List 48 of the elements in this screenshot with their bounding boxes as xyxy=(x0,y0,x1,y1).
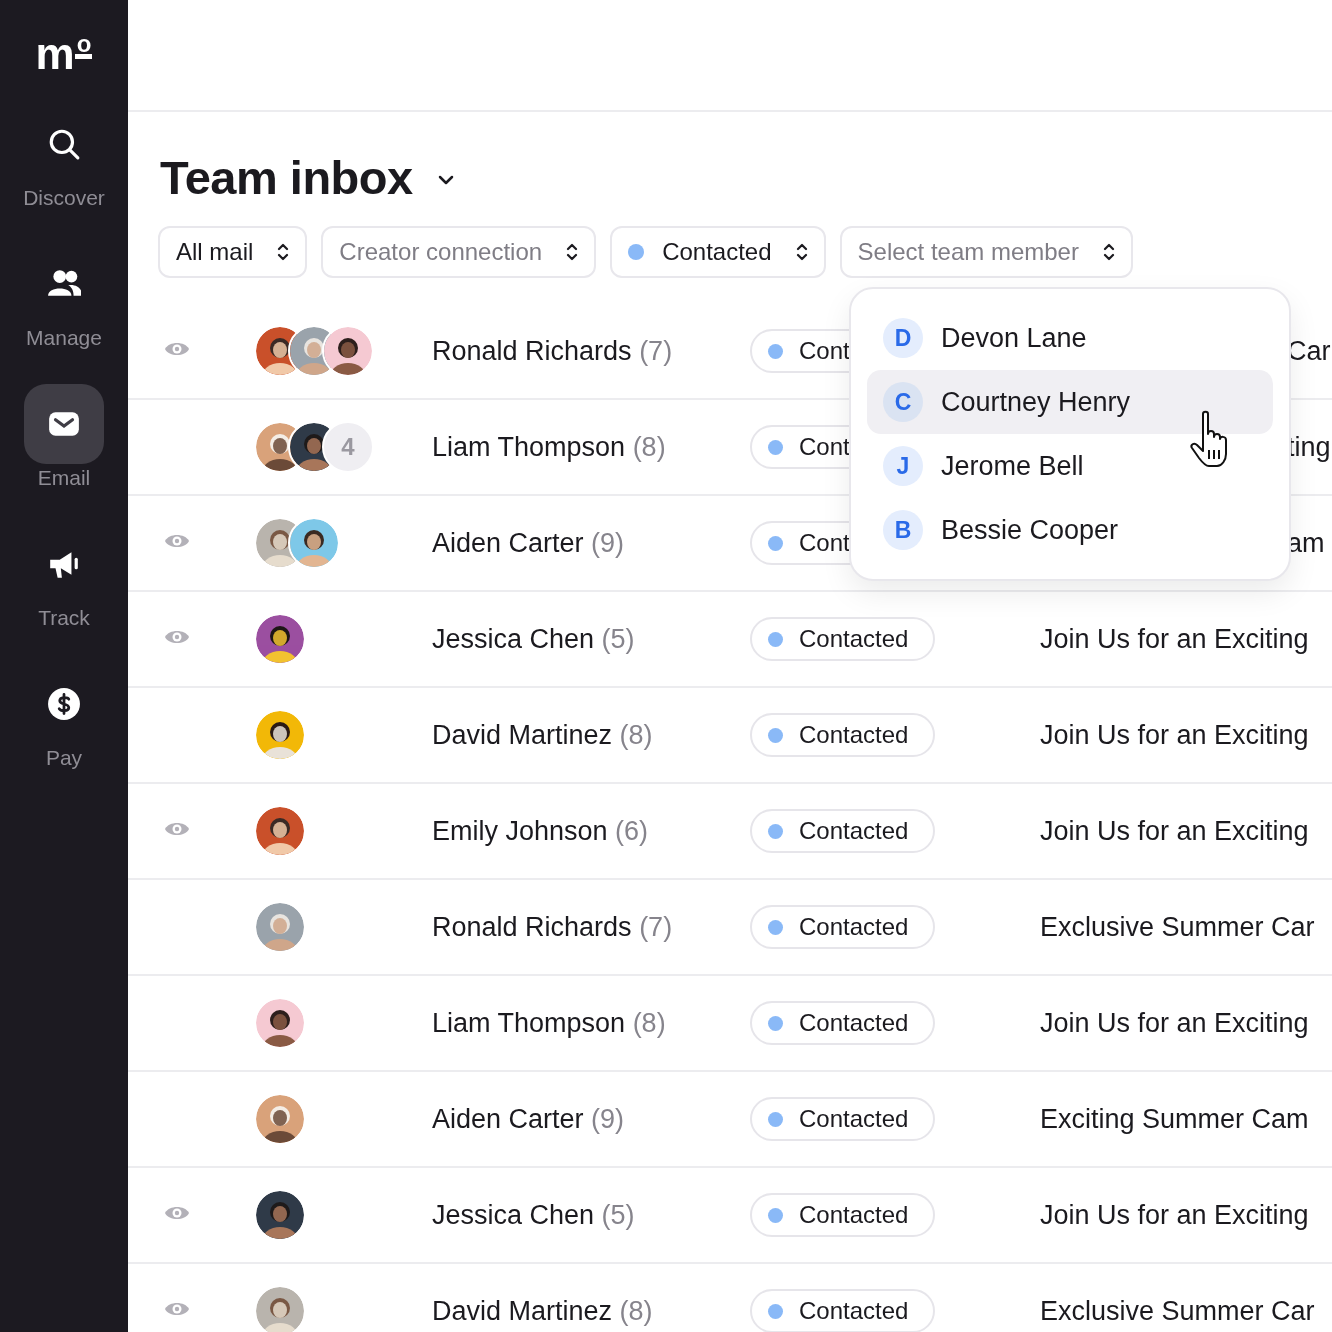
status-tag: Contacted xyxy=(750,713,935,757)
member-name: Devon Lane xyxy=(941,322,1087,354)
contact-name: Liam Thompson (8) xyxy=(432,1007,667,1039)
initial-avatar: C xyxy=(883,382,923,422)
contact-name: David Martinez (8) xyxy=(432,1295,654,1327)
mail-icon[interactable] xyxy=(24,384,104,464)
contact-name: Aiden Carter (9) xyxy=(432,1103,626,1135)
email-subject: Join Us for an Exciting xyxy=(1040,719,1309,750)
email-subject: Exciting Summer Cam xyxy=(1040,1103,1309,1134)
filter-dropdown[interactable]: Contacted xyxy=(610,226,826,278)
email-subject: Join Us for an Exciting xyxy=(1040,623,1309,654)
email-subject: Exclusive Summer Car xyxy=(1040,1295,1315,1326)
contact-name: Jessica Chen (5) xyxy=(432,623,636,655)
nav-label[interactable]: Manage xyxy=(26,324,102,352)
contact-name: Emily Johnson (6) xyxy=(432,815,650,847)
status-tag: Contacted xyxy=(750,1097,935,1141)
filter-dropdown[interactable]: Select team member xyxy=(839,226,1133,278)
more-count: 4 xyxy=(322,421,374,473)
contact-name: Ronald Richards (7) xyxy=(432,911,674,943)
nav-label[interactable]: Pay xyxy=(45,744,83,772)
contact-name: Jessica Chen (5) xyxy=(432,1199,636,1231)
status-tag: Contacted xyxy=(750,809,935,853)
nav-label[interactable]: Track xyxy=(38,604,90,632)
nav-label[interactable]: Email xyxy=(37,464,91,492)
email-subject: Join Us for an Exciting xyxy=(1040,1199,1309,1230)
contact-name: Aiden Carter (9) xyxy=(432,527,626,559)
status-tag: Contacted xyxy=(750,1193,935,1237)
member-name: Jerome Bell xyxy=(941,450,1084,482)
status-tag: Contacted xyxy=(750,617,935,661)
contact-name: Ronald Richards (7) xyxy=(432,335,674,367)
menu-item[interactable]: C Courtney Henry xyxy=(867,370,1273,434)
initial-avatar: J xyxy=(883,446,923,486)
status-tag: Contacted xyxy=(750,1289,935,1332)
status-tag: Contacted xyxy=(750,905,935,949)
contact-name: Liam Thompson (8) xyxy=(432,431,667,463)
page-title: Team inbox xyxy=(160,150,413,206)
filter-dropdown[interactable]: Creator connection xyxy=(321,226,597,278)
email-subject: Join Us for an Exciting xyxy=(1040,815,1309,846)
member-name: Bessie Cooper xyxy=(941,514,1119,546)
initial-avatar: D xyxy=(883,318,923,358)
status-tag: Contacted xyxy=(750,1001,935,1045)
email-subject: Exclusive Summer Car xyxy=(1040,911,1315,942)
nav-label[interactable]: Discover xyxy=(23,184,105,212)
contact-name: David Martinez (8) xyxy=(432,719,654,751)
member-name: Courtney Henry xyxy=(941,386,1131,418)
email-subject: Join Us for an Exciting xyxy=(1040,1007,1309,1038)
initial-avatar: B xyxy=(883,510,923,550)
filter-dropdown[interactable]: All mail xyxy=(158,226,308,278)
